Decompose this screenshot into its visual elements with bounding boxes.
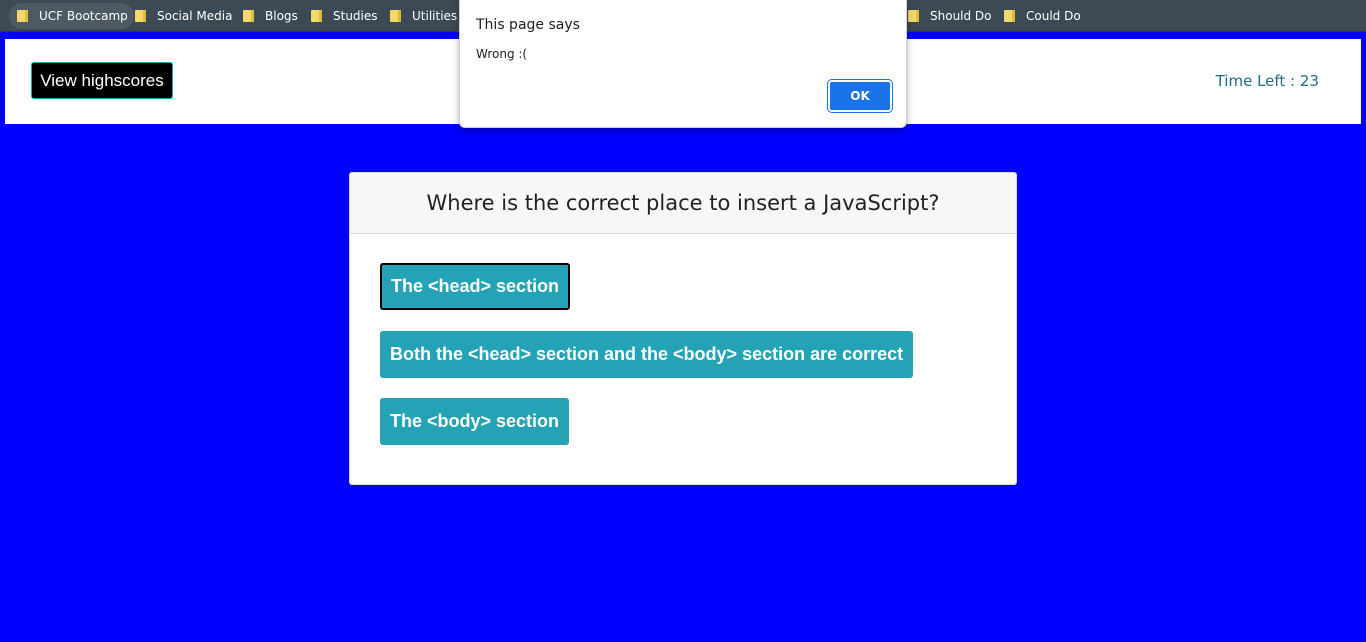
bookmark-studies[interactable]: Studies — [303, 3, 384, 29]
bookmark-label: Could Do — [1026, 9, 1081, 23]
dialog-message: Wrong :( — [476, 47, 528, 61]
dialog-title: This page says — [476, 17, 580, 33]
answer-button-both[interactable]: Both the <head> section and the <body> s… — [380, 331, 914, 378]
bookmark-social-media[interactable]: Social Media — [127, 3, 238, 29]
folder-icon — [243, 10, 254, 22]
view-highscores-button[interactable]: View highscores — [31, 62, 173, 99]
bookmark-label: Studies — [333, 9, 378, 23]
timer: Time Left : 23 — [1216, 72, 1319, 90]
folder-icon — [390, 10, 401, 22]
question-card: Where is the correct place to insert a J… — [349, 172, 1017, 485]
bookmark-label: Blogs — [265, 9, 298, 23]
folder-icon — [311, 10, 322, 22]
folder-icon — [908, 10, 919, 22]
alert-dialog: This page says Wrong :( OK — [459, 0, 907, 128]
question-text: Where is the correct place to insert a J… — [350, 173, 1016, 234]
answer-button-head[interactable]: The <head> section — [380, 263, 571, 310]
ok-button[interactable]: OK — [828, 80, 892, 112]
bookmark-label: Social Media — [157, 9, 233, 23]
bookmark-could-do[interactable]: Could Do — [996, 3, 1087, 29]
bookmark-label: Should Do — [930, 9, 992, 23]
bookmark-blogs[interactable]: Blogs — [235, 3, 304, 29]
bookmark-utilities[interactable]: Utilities — [382, 3, 463, 29]
bookmark-label: UCF Bootcamp — [39, 9, 128, 23]
bookmark-ucf-bootcamp[interactable]: UCF Bootcamp — [9, 3, 134, 29]
folder-icon — [17, 10, 28, 22]
answer-button-body[interactable]: The <body> section — [380, 398, 570, 445]
timer-value: 23 — [1299, 72, 1319, 90]
folder-icon — [1004, 10, 1015, 22]
folder-icon — [135, 10, 146, 22]
timer-label: Time Left : — [1215, 72, 1296, 90]
bookmark-label: Utilities — [412, 9, 458, 23]
bookmark-should-do[interactable]: Should Do — [900, 3, 998, 29]
